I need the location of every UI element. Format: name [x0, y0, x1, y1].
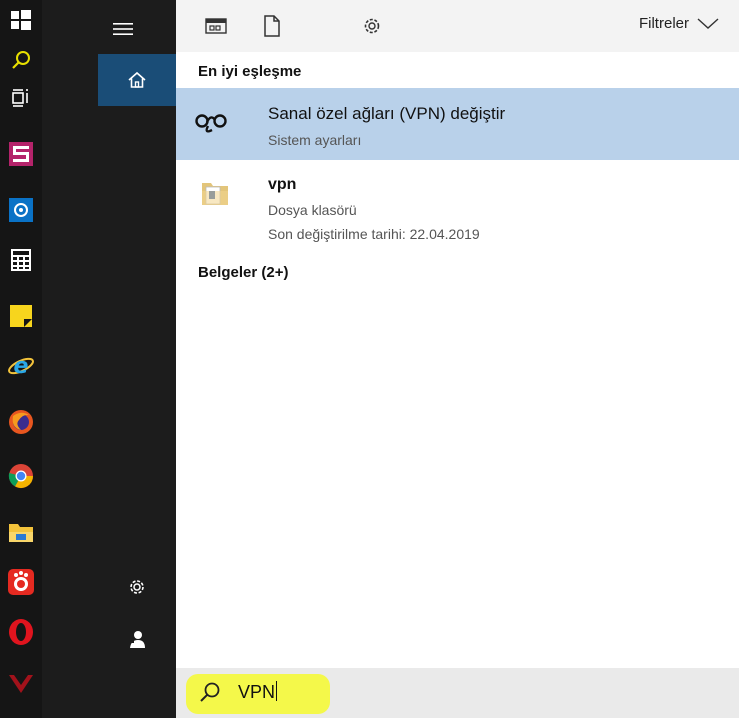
settings-filter-button[interactable]	[360, 14, 384, 38]
chevron-down-icon	[697, 17, 719, 29]
documents-filter-button[interactable]	[260, 14, 284, 38]
taskbar-app-1[interactable]	[0, 134, 42, 174]
folder-icon	[202, 183, 228, 205]
best-match-title: Sanal özel ağları (VPN) değiştir	[268, 104, 506, 123]
file-result-modified: Son değiştirilme tarihi: 22.04.2019	[268, 226, 480, 242]
file-explorer-icon	[9, 524, 33, 542]
file-result[interactable]: vpn Dosya klasörü Son değiştirilme tarih…	[176, 166, 739, 246]
user-icon	[128, 631, 145, 648]
settings-icon	[364, 18, 380, 34]
app-icon	[8, 569, 34, 595]
home-icon	[128, 71, 146, 88]
taskbar-search-button[interactable]	[0, 40, 42, 80]
search-results-panel: Filtreler En iyi eşleşme Sanal özel ağla…	[176, 0, 739, 718]
app-icon	[9, 142, 33, 166]
taskbar-outlook[interactable]	[0, 190, 42, 230]
hamburger-icon	[113, 23, 133, 35]
task-view-button[interactable]	[0, 78, 42, 118]
taskbar-calculator[interactable]	[0, 240, 42, 280]
best-match-result[interactable]: Sanal özel ağları (VPN) değiştir Sistem …	[176, 88, 739, 160]
text-caret	[276, 681, 278, 701]
taskbar-firefox[interactable]	[0, 402, 42, 442]
file-result-title: vpn	[268, 176, 297, 193]
taskbar: e	[0, 0, 42, 718]
calculator-icon	[11, 249, 31, 271]
windows-logo-icon	[11, 10, 31, 30]
sticky-notes-icon	[10, 305, 32, 327]
outlook-icon	[9, 198, 33, 222]
taskbar-file-explorer[interactable]	[0, 512, 42, 552]
firefox-icon	[9, 410, 33, 434]
vpn-icon	[195, 114, 227, 133]
taskbar-sticky-notes[interactable]	[0, 296, 42, 336]
taskbar-vivaldi[interactable]	[0, 664, 42, 704]
taskbar-opera[interactable]	[0, 612, 42, 652]
taskbar-chrome[interactable]	[0, 456, 42, 496]
search-bar[interactable]: VPN	[176, 668, 739, 718]
internet-explorer-icon: e	[8, 354, 34, 379]
search-input[interactable]: VPN	[238, 681, 278, 703]
filters-label: Filtreler	[638, 15, 689, 32]
start-button[interactable]	[0, 0, 42, 40]
search-icon	[200, 682, 220, 702]
nav-user-button[interactable]	[98, 614, 176, 664]
svg-text:e: e	[14, 354, 29, 379]
apps-filter-button[interactable]	[204, 14, 228, 38]
best-match-heading: En iyi eşleşme	[198, 63, 302, 80]
vivaldi-icon	[9, 675, 33, 693]
documents-heading[interactable]: Belgeler (2+)	[198, 264, 288, 281]
nav-settings-button[interactable]	[98, 562, 176, 612]
nav-home-button[interactable]	[98, 54, 176, 106]
taskbar-app-2[interactable]	[0, 562, 42, 602]
settings-icon	[130, 580, 144, 594]
filters-dropdown[interactable]: Filtreler	[639, 15, 719, 32]
file-result-type: Dosya klasörü	[268, 202, 357, 218]
search-icon	[12, 51, 30, 69]
best-match-subtitle: Sistem ayarları	[268, 132, 362, 148]
taskbar-internet-explorer[interactable]: e	[0, 346, 42, 386]
menu-button[interactable]	[98, 4, 148, 54]
apps-icon	[205, 18, 227, 34]
opera-icon	[9, 619, 33, 645]
task-view-icon	[12, 89, 28, 107]
chrome-icon	[8, 464, 33, 489]
search-query-text: VPN	[238, 682, 276, 702]
document-icon	[264, 15, 280, 37]
results-toolbar: Filtreler	[176, 0, 739, 52]
